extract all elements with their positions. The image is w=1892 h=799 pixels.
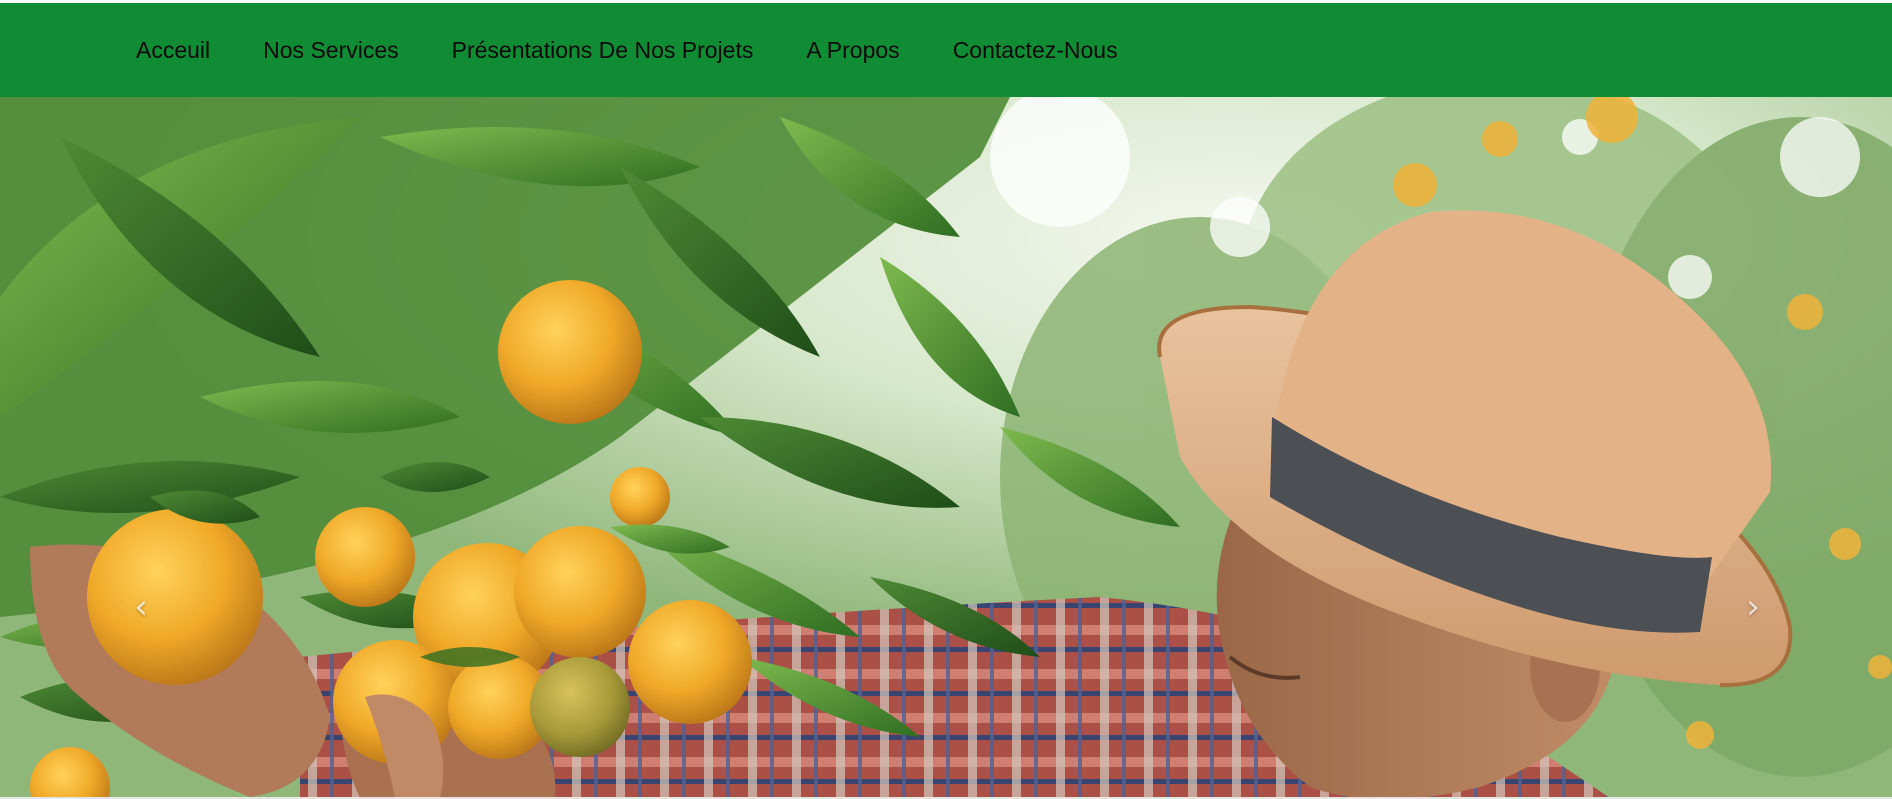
chevron-right-icon: › (1746, 587, 1760, 627)
nav-menu: Acceuil Nos Services Présentations De No… (0, 3, 1171, 97)
nav-item-a-propos[interactable]: A Propos (806, 3, 899, 97)
nav-item-presentations-projets[interactable]: Présentations De Nos Projets (452, 3, 754, 97)
nav-item-nos-services[interactable]: Nos Services (263, 3, 398, 97)
chevron-left-icon: ‹ (134, 587, 148, 627)
carousel-next-button[interactable]: › (1733, 577, 1773, 637)
nav-item-contactez-nous[interactable]: Contactez-Nous (953, 3, 1118, 97)
hero-image (0, 97, 1892, 798)
carousel-prev-button[interactable]: ‹ (121, 577, 161, 637)
nav-item-acceuil[interactable]: Acceuil (136, 3, 210, 97)
page: Acceuil Nos Services Présentations De No… (0, 0, 1892, 799)
top-navbar: Acceuil Nos Services Présentations De No… (0, 3, 1892, 97)
hero-carousel: ‹ › (0, 97, 1892, 798)
